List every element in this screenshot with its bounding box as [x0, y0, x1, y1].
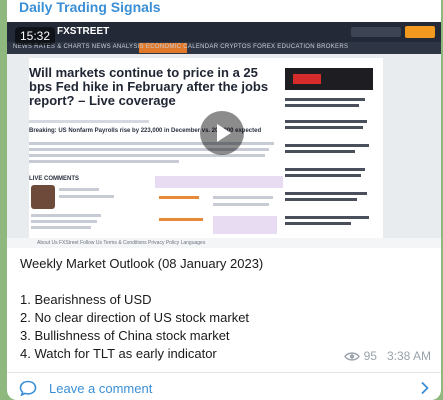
website-logo: FXSTREET: [57, 26, 110, 37]
website-sidebar: [283, 58, 383, 238]
message-item: 3. Bullishness of China stock market: [20, 328, 230, 343]
live-comments-header: LIVE COMMENTS: [29, 176, 80, 182]
website-nav-items: NEWS RATES & CHARTS NEWS ANALYSIS ECONOM…: [13, 44, 349, 50]
channel-name[interactable]: Daily Trading Signals: [19, 0, 161, 15]
leave-comment-label: Leave a comment: [49, 381, 153, 396]
eye-icon: [343, 351, 360, 361]
website-nav: NEWS RATES & CHARTS NEWS ANALYSIS ECONOM…: [7, 42, 441, 54]
message-bubble: Daily Trading Signals 15:32 FXSTREET NEW…: [7, 0, 441, 400]
website-topbar: FXSTREET: [7, 22, 441, 42]
leave-comment-button[interactable]: Leave a comment: [7, 373, 441, 400]
message-time: 3:38 AM: [386, 349, 431, 363]
video-preview[interactable]: 15:32 FXSTREET NEWS RATES & CHARTS NEWS …: [7, 22, 441, 248]
message-item: 2. No clear direction of US stock market: [20, 310, 250, 325]
view-count: 95: [363, 349, 377, 363]
message-item: 1. Bearishness of USD: [20, 292, 152, 307]
commenter-avatar: [31, 185, 55, 209]
article-headline: Will markets continue to price in a 25 b…: [29, 65, 269, 108]
message-meta: 95 3:38 AM: [343, 349, 431, 363]
play-icon: [217, 124, 231, 142]
chevron-right-icon: [421, 382, 429, 394]
website-footer-links: About Us FXStreet Follow Us Terms & Cond…: [37, 240, 206, 246]
comment-icon: [19, 380, 37, 396]
video-duration-badge: 15:32: [15, 27, 56, 45]
sidebar-ad: [285, 68, 373, 90]
website-footer: About Us FXStreet Follow Us Terms & Cond…: [7, 238, 441, 248]
message-title: Weekly Market Outlook (08 January 2023): [20, 256, 264, 271]
message-text: Weekly Market Outlook (08 January 2023) …: [20, 255, 430, 363]
play-button[interactable]: [200, 111, 244, 155]
